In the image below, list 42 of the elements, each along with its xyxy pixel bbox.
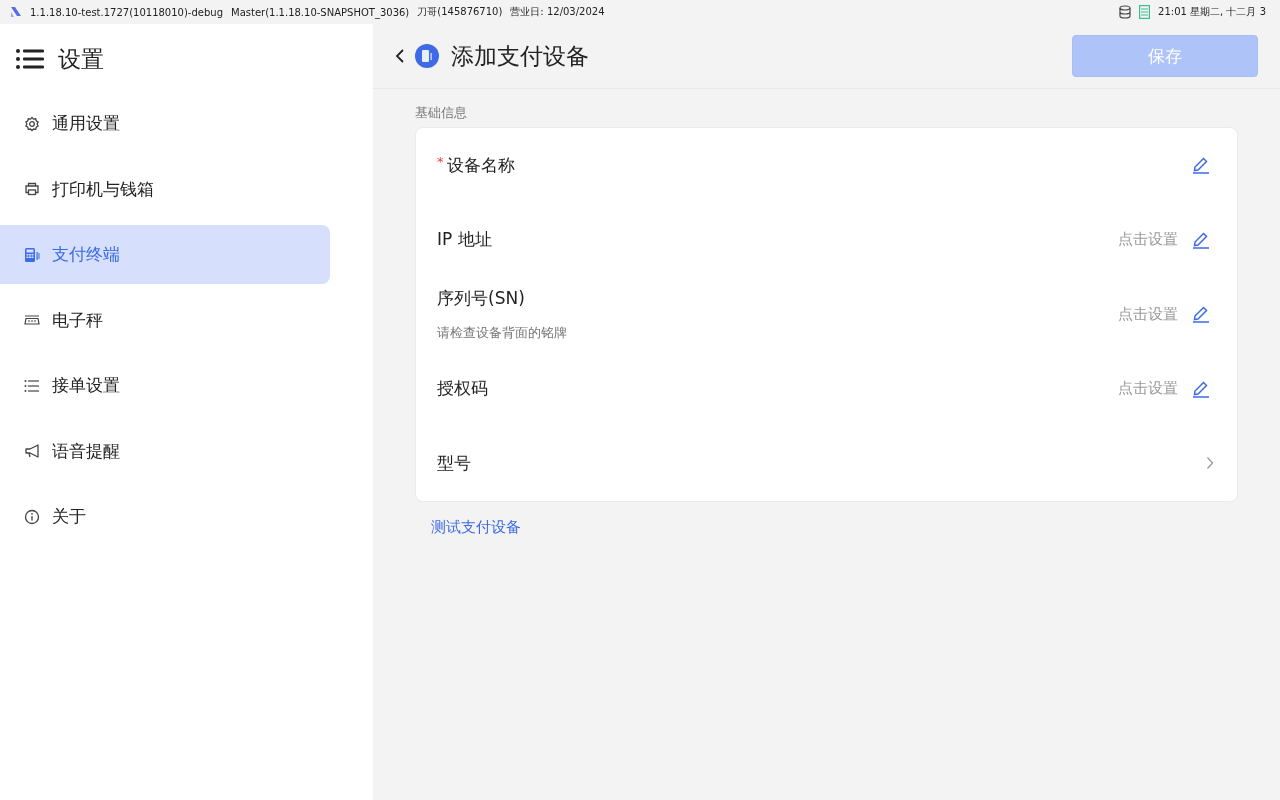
sidebar-item[interactable]: 通用设置: [0, 94, 330, 153]
payment-terminal-icon: [24, 246, 40, 263]
sidebar-title: 设置: [58, 44, 104, 74]
sidebar-item[interactable]: 接单设置: [0, 356, 330, 415]
sidebar-item[interactable]: 关于: [0, 487, 330, 546]
sidebar-item[interactable]: 打印机与钱箱: [0, 159, 330, 219]
payment-terminal-icon: [415, 44, 439, 68]
required-mark: *: [437, 153, 444, 169]
back-icon[interactable]: [395, 48, 405, 64]
field-value[interactable]: [1192, 156, 1210, 175]
edit-icon: [1192, 156, 1210, 175]
field-label: 授权码: [437, 377, 488, 401]
app-version-text: 1.1.18.10-test.1727(10118010)-debug: [30, 6, 223, 18]
section-title: 基础信息: [415, 104, 468, 122]
field-label: IP 地址: [437, 228, 492, 252]
field-label: 序列号(SN): [437, 286, 525, 310]
page-title: 添加支付设备: [451, 41, 589, 71]
business-day-text: 营业日: 12/03/2024: [510, 5, 605, 19]
scale-icon: [24, 312, 40, 328]
test-device-link[interactable]: 测试支付设备: [431, 517, 521, 537]
megaphone-icon: [24, 443, 40, 459]
list-icon: [24, 377, 40, 394]
database-icon: [1119, 5, 1132, 19]
menu-icon[interactable]: [16, 48, 44, 70]
info-icon: [24, 508, 40, 525]
sidebar-item[interactable]: 电子秤: [0, 290, 330, 350]
edit-icon: [1192, 230, 1210, 249]
field-hint: 请检查设备背面的铭牌: [437, 323, 568, 342]
app-logo-icon: [10, 6, 22, 18]
field-label: 设备名称: [446, 153, 515, 177]
sidebar-item[interactable]: 支付终端: [0, 225, 330, 284]
clock-text: 21:01 星期二, 十二月 3: [1158, 5, 1266, 19]
sidebar-item[interactable]: 语音提醒: [0, 421, 330, 481]
gear-icon: [24, 115, 40, 132]
edit-icon: [1192, 305, 1210, 324]
chevron-right-icon[interactable]: [1206, 456, 1214, 471]
field-label: 型号: [437, 451, 471, 475]
spreadsheet-icon: [1139, 5, 1151, 19]
edit-icon: [1192, 379, 1210, 398]
build-text: Master(1.1.18.10-SNAPSHOT_3036): [231, 6, 410, 18]
user-text: 刀哥(145876710): [417, 5, 503, 19]
printer-icon: [24, 181, 40, 197]
